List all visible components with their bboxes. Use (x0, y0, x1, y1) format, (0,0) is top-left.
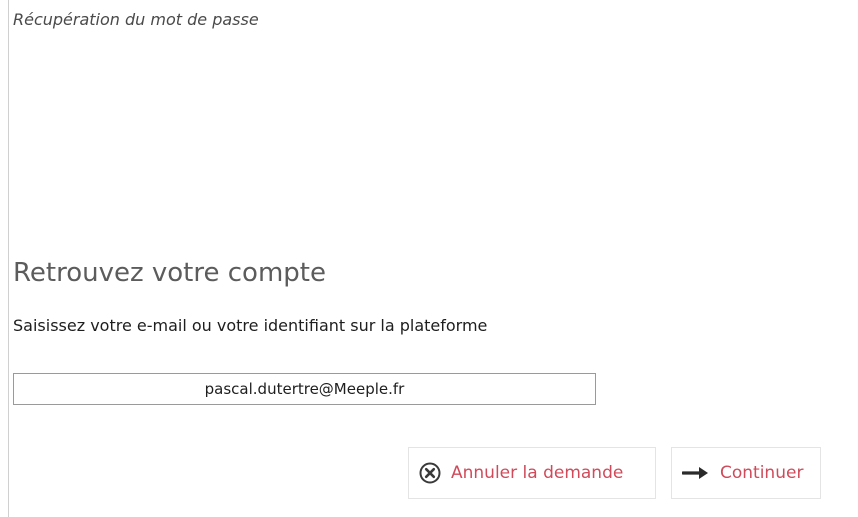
page-title: Retrouvez votre compte (13, 258, 326, 288)
instruction-text: Saisissez votre e-mail ou votre identifi… (13, 316, 488, 335)
continue-label: Continuer (720, 463, 804, 483)
circle-x-icon (419, 462, 441, 484)
cancel-request-label: Annuler la demande (451, 463, 624, 483)
arrow-right-icon (682, 465, 710, 481)
cancel-request-button[interactable]: Annuler la demande (408, 447, 656, 499)
continue-button[interactable]: Continuer (671, 447, 821, 499)
identifier-input[interactable] (13, 373, 596, 405)
window-title: Récupération du mot de passe (13, 10, 259, 29)
